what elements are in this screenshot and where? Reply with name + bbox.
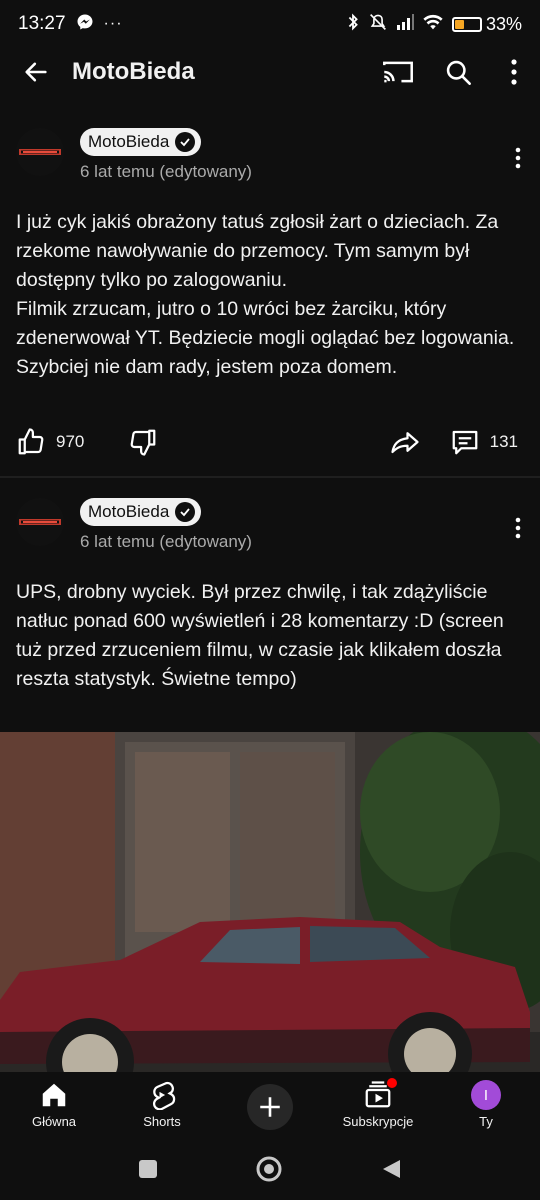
comments-button[interactable]: 131 (450, 427, 518, 457)
post-text: UPS, drobny wyciek. Był przez chwilę, i … (16, 581, 504, 690)
nav-create[interactable] (216, 1072, 324, 1142)
verified-icon (175, 502, 196, 522)
dislike-button[interactable] (128, 427, 158, 457)
bottom-navigation: Główna Shorts Subskrypcje I Ty (0, 1072, 540, 1142)
thumbs-down-icon (131, 429, 156, 456)
nav-label: Ty (479, 1114, 493, 1129)
nav-label: Główna (31, 1114, 77, 1129)
notification-dot (387, 1078, 397, 1088)
comment-icon (452, 430, 477, 455)
signal-icon (396, 13, 414, 35)
post-time: 6 lat temu (edytowany) (80, 162, 252, 181)
post-header: MotoBieda 6 lat temu (edytowany) (0, 498, 540, 578)
page-title: MotoBieda (72, 58, 195, 85)
search-button[interactable] (428, 48, 488, 96)
avatar: I (471, 1080, 501, 1110)
status-time: 13:27 (18, 13, 66, 34)
channel-name: MotoBieda (88, 502, 170, 521)
channel-avatar[interactable] (16, 128, 64, 176)
nav-label: Subskrypcje (342, 1114, 414, 1129)
more-vert-icon (515, 517, 521, 539)
system-navigation (0, 1142, 540, 1200)
back-system-button[interactable] (380, 1158, 402, 1185)
create-button[interactable] (247, 1084, 293, 1130)
circle-icon (256, 1156, 282, 1181)
triangle-back-icon (382, 1159, 400, 1178)
cast-icon (383, 61, 413, 83)
thumbs-up-icon (18, 428, 44, 455)
share-icon (391, 432, 419, 454)
channel-name-chip[interactable]: MotoBieda (80, 128, 202, 156)
search-icon (446, 60, 471, 85)
community-post: MotoBieda 6 lat temu (edytowany) UPS, dr… (0, 498, 540, 694)
share-button[interactable] (390, 427, 420, 457)
channel-name-chip[interactable]: MotoBieda (80, 498, 202, 526)
motobieda-logo-icon (19, 519, 61, 525)
status-bar: 13:27 ··· 33% (0, 0, 540, 48)
verified-icon (175, 132, 196, 152)
post-image[interactable] (0, 732, 540, 1082)
app-bar: MotoBieda (0, 48, 540, 96)
motobieda-logo-icon (19, 149, 61, 155)
back-button[interactable] (0, 48, 72, 96)
more-options-button[interactable] (488, 48, 540, 96)
recents-button[interactable] (138, 1159, 158, 1184)
comment-count: 131 (489, 432, 518, 451)
post-header: MotoBieda 6 lat temu (edytowany) (0, 128, 540, 208)
shorts-icon (153, 1081, 176, 1110)
status-overflow: ··· (103, 15, 123, 32)
home-system-button[interactable] (255, 1155, 283, 1188)
mute-icon (368, 13, 388, 36)
post-actions: 970 131 (0, 420, 540, 464)
more-vert-icon (515, 147, 521, 169)
post-divider (0, 476, 540, 478)
cast-button[interactable] (368, 48, 428, 96)
battery-percent: 33% (485, 13, 522, 34)
post-menu-button[interactable] (506, 512, 530, 544)
battery-icon (451, 16, 482, 32)
battery-indicator: 33% (451, 13, 522, 35)
nav-shorts[interactable]: Shorts (108, 1072, 216, 1142)
create-plus-icon (260, 1097, 280, 1117)
back-arrow-icon (25, 62, 47, 82)
community-post: MotoBieda 6 lat temu (edytowany) I już c… (0, 128, 540, 382)
more-vert-icon (511, 59, 517, 85)
post-time: 6 lat temu (edytowany) (80, 532, 252, 551)
nav-you[interactable]: I Ty (432, 1072, 540, 1142)
wifi-icon (422, 13, 444, 36)
like-button[interactable]: 970 (16, 427, 84, 457)
bluetooth-icon (346, 13, 360, 36)
channel-avatar[interactable] (16, 498, 64, 546)
messenger-icon (76, 13, 94, 36)
nav-home[interactable]: Główna (0, 1072, 108, 1142)
post-menu-button[interactable] (506, 142, 530, 174)
square-icon (139, 1159, 158, 1178)
post-text: I już cyk jakiś obrażony tatuś zgłosił ż… (16, 211, 515, 378)
nav-label: Shorts (143, 1114, 181, 1129)
channel-name: MotoBieda (88, 132, 170, 151)
nav-subscriptions[interactable]: Subskrypcje (324, 1072, 432, 1142)
home-icon (42, 1083, 66, 1107)
like-count: 970 (56, 432, 85, 451)
